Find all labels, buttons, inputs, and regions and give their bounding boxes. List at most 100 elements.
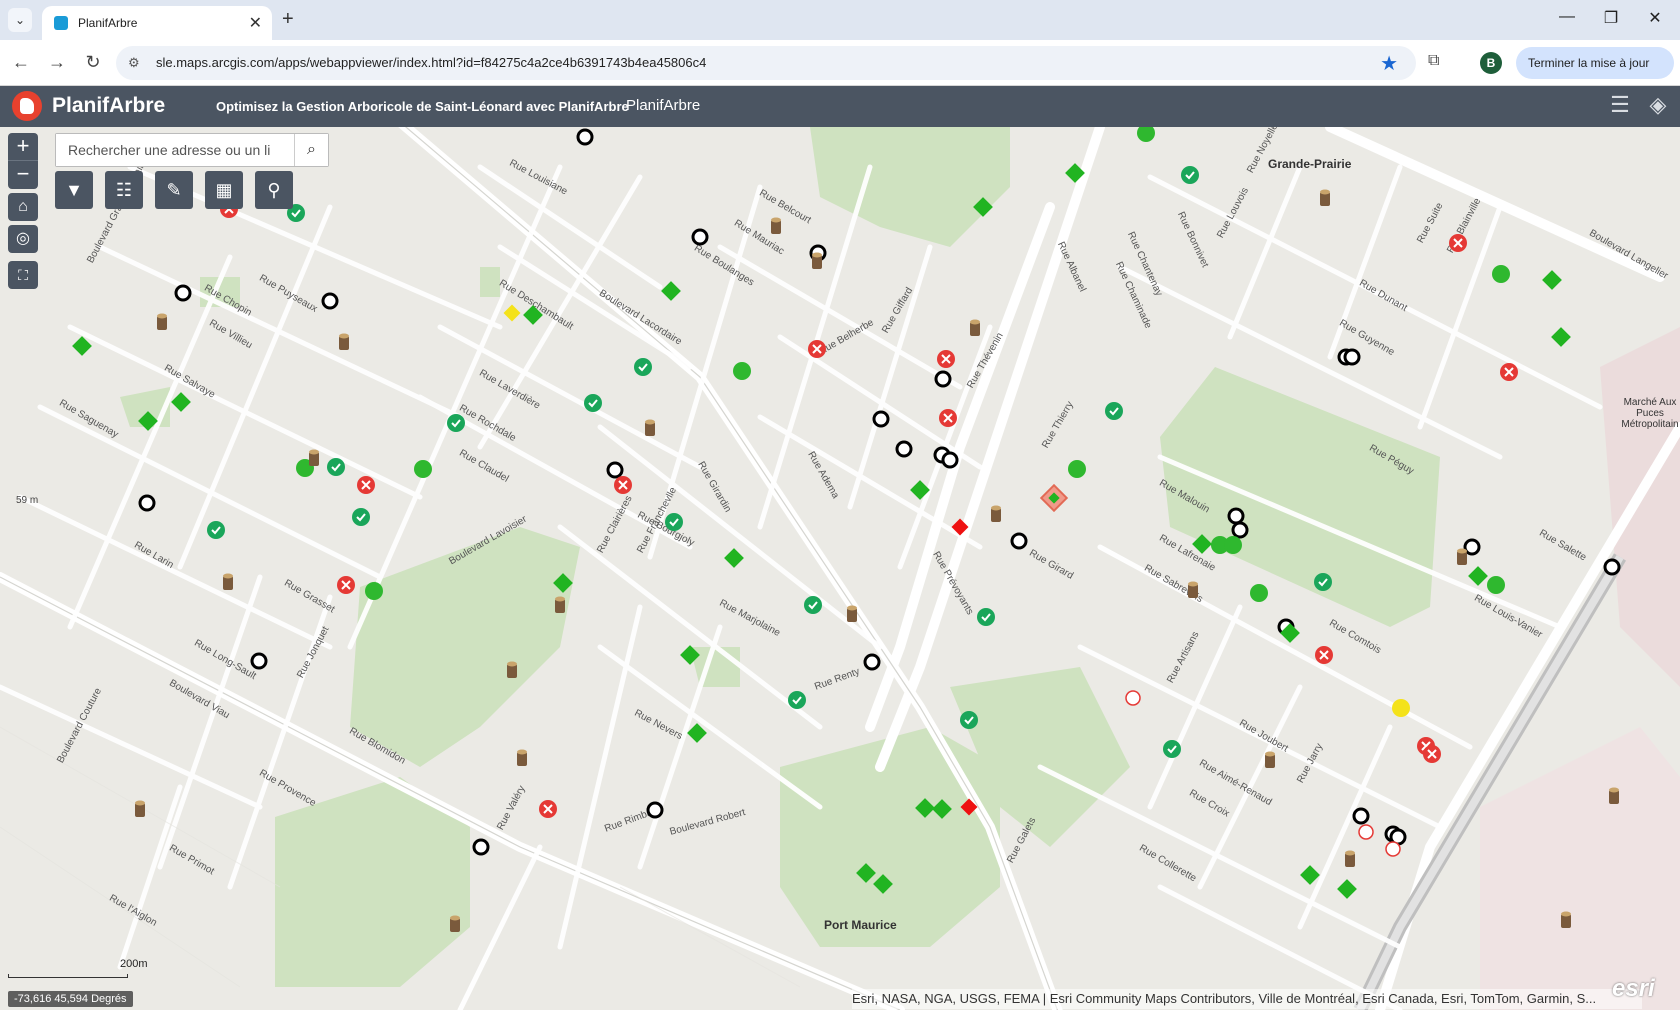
validated-tree-marker[interactable] [1181,166,1199,184]
layers-icon[interactable]: ◈ [1644,92,1672,120]
list-icon[interactable]: ☰ [1606,92,1634,120]
stump-top-icon[interactable] [1561,911,1571,917]
reserved-marker[interactable] [1385,841,1401,857]
stump-top-icon[interactable] [1265,751,1275,757]
app-link[interactable]: PlanifArbre [626,97,700,114]
planting-site-marker[interactable] [1551,327,1571,347]
planting-site-marker[interactable] [973,197,993,217]
reload-icon[interactable]: ↻ [82,52,104,73]
extensions-icon[interactable]: ⧉ [1428,52,1439,70]
candidate-ring-marker[interactable] [1227,507,1245,525]
close-tab-icon[interactable]: ✕ [249,13,262,33]
planting-site-marker[interactable] [910,480,930,500]
candidate-ring-marker[interactable] [606,461,624,479]
stump-top-icon[interactable] [645,419,655,425]
home-button[interactable]: ⌂ [8,193,38,221]
stump-top-icon[interactable] [1320,189,1330,195]
stump-top-icon[interactable] [223,573,233,579]
planted-tree-marker[interactable] [1068,460,1086,478]
candidate-ring-marker[interactable] [138,494,156,512]
site-info-icon[interactable]: ⚙ [128,55,140,71]
edit-form-icon[interactable]: ✎ [155,171,193,209]
planted-tree-marker[interactable] [1492,265,1510,283]
filter-icon[interactable]: ▼ [55,171,93,209]
url-field[interactable]: ⚙ sle.maps.arcgis.com/apps/webappviewer/… [116,46,1416,80]
planted-tree-marker[interactable] [1250,584,1268,602]
tree-markers[interactable] [0,127,1680,1010]
validated-tree-marker[interactable] [327,458,345,476]
candidate-ring-marker[interactable] [1463,538,1481,556]
planted-tree-marker[interactable] [1487,576,1505,594]
validated-tree-marker[interactable] [352,508,370,526]
planted-tree-marker[interactable] [733,362,751,380]
zoom-out-button[interactable]: − [8,161,38,189]
candidate-ring-marker[interactable] [174,284,192,302]
grid-icon[interactable]: ▦ [205,171,243,209]
planted-tree-marker[interactable] [1137,127,1155,142]
stump-top-icon[interactable] [970,319,980,325]
stump-top-icon[interactable] [1188,581,1198,587]
forward-icon[interactable]: → [46,52,68,73]
planting-site-marker[interactable] [1065,163,1085,183]
stump-top-icon[interactable] [991,505,1001,511]
validated-tree-marker[interactable] [584,394,602,412]
tab-search-dropdown[interactable]: ⌄ [8,8,32,32]
planting-site-marker[interactable] [687,723,707,743]
planted-tree-marker[interactable] [365,582,383,600]
profile-avatar[interactable]: B [1480,52,1502,74]
planting-site-marker[interactable] [873,874,893,894]
browser-tab[interactable]: PlanifArbre ✕ [42,6,272,40]
stump-top-icon[interactable] [771,217,781,223]
candidate-ring-marker[interactable] [934,370,952,388]
reserved-marker[interactable] [1358,824,1374,840]
update-button[interactable]: Terminer la mise à jour [1516,47,1674,79]
candidate-ring-marker[interactable] [895,440,913,458]
fullscreen-button[interactable]: ⛶ [8,261,38,289]
planting-site-marker[interactable] [724,548,744,568]
new-tab-icon[interactable]: + [282,8,294,31]
planted-tree-marker[interactable] [1224,536,1242,554]
candidate-ring-marker[interactable] [576,128,594,146]
planting-site-marker[interactable] [1337,879,1357,899]
validated-tree-marker[interactable] [1163,740,1181,758]
stump-top-icon[interactable] [517,749,527,755]
stump-top-icon[interactable] [339,333,349,339]
zoom-in-button[interactable]: + [8,133,38,161]
bookmark-star-icon[interactable]: ★ [1380,51,1398,76]
candidate-ring-marker[interactable] [321,292,339,310]
candidate-ring-marker[interactable] [941,451,959,469]
validated-tree-marker[interactable] [960,711,978,729]
stump-top-icon[interactable] [1457,548,1467,554]
planting-site-marker[interactable] [932,799,952,819]
candidate-ring-marker[interactable] [691,228,709,246]
search-input[interactable] [56,134,296,166]
yellow-circle-marker[interactable] [1392,699,1410,717]
planting-site-marker[interactable] [138,411,158,431]
candidate-ring-marker[interactable] [1231,521,1249,539]
candidate-ring-marker[interactable] [646,801,664,819]
stump-top-icon[interactable] [135,800,145,806]
stump-top-icon[interactable] [450,915,460,921]
stump-top-icon[interactable] [309,449,319,455]
stump-top-icon[interactable] [1609,787,1619,793]
stump-top-icon[interactable] [812,252,822,258]
planting-site-marker[interactable] [1542,270,1562,290]
planting-site-marker[interactable] [661,281,681,301]
validated-tree-marker[interactable] [1105,402,1123,420]
planting-site-marker[interactable] [1300,865,1320,885]
candidate-ring-marker[interactable] [1343,348,1361,366]
validated-tree-marker[interactable] [207,521,225,539]
reserved-marker[interactable] [1125,690,1141,706]
minimize-icon[interactable]: — [1552,8,1582,26]
validated-tree-marker[interactable] [977,608,995,626]
candidate-ring-marker[interactable] [1603,558,1621,576]
stump-top-icon[interactable] [847,605,857,611]
locate-button[interactable]: ◎ [8,225,38,253]
validated-tree-marker[interactable] [634,358,652,376]
stump-top-icon[interactable] [1345,850,1355,856]
stump-top-icon[interactable] [157,313,167,319]
planting-site-marker[interactable] [1468,566,1488,586]
candidate-ring-marker[interactable] [472,838,490,856]
planting-site-marker[interactable] [523,305,543,325]
validated-tree-marker[interactable] [804,596,822,614]
